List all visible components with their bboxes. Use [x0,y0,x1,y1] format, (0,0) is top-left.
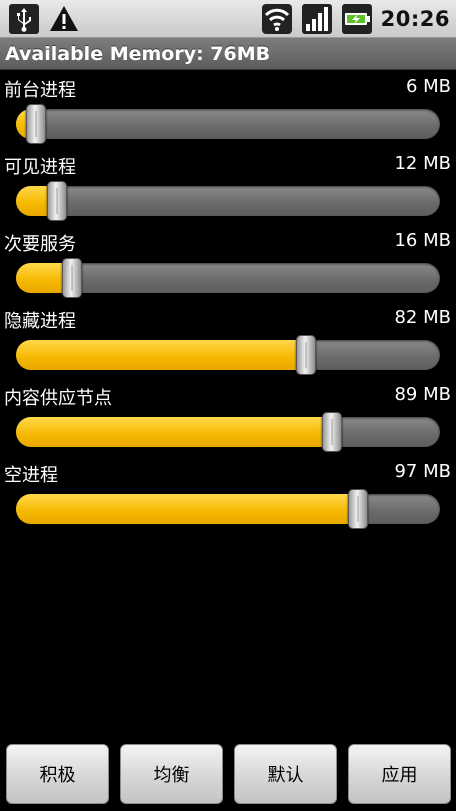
screen: 20:26 Available Memory: 76MB 前台进程 6 MB 可… [0,0,456,811]
memory-row-empty: 空进程 97 MB [0,455,456,533]
default-button[interactable]: 默认 [234,744,337,804]
row-label: 隐藏进程 [4,311,76,332]
wifi-icon [261,4,292,34]
aggressive-button[interactable]: 积极 [6,744,109,804]
memory-row-hidden: 隐藏进程 82 MB [0,301,456,379]
page-title: Available Memory: 76MB [5,42,271,65]
memory-slider-fill [16,340,307,370]
usb-icon [9,4,39,34]
row-label: 内容供应节点 [4,388,112,409]
status-bar-system: 20:26 [261,3,450,35]
balanced-button[interactable]: 均衡 [120,744,223,804]
row-label: 前台进程 [4,80,76,101]
clock: 20:26 [380,7,450,31]
memory-row-secondary-service: 次要服务 16 MB [0,224,456,302]
slider-thumb[interactable] [296,335,317,375]
row-value: 89 MB [394,384,451,405]
memory-row-visible: 可见进程 12 MB [0,147,456,225]
row-value: 82 MB [394,307,451,328]
memory-slider-fill [16,417,332,447]
battery-charging-icon [341,4,372,34]
slider-thumb[interactable] [25,104,46,144]
memory-slider-fill [16,494,359,524]
apply-button[interactable]: 应用 [348,744,451,804]
row-label: 可见进程 [4,157,76,178]
signal-icon [301,4,332,34]
status-bar: 20:26 [0,0,456,38]
title-bar: Available Memory: 76MB [0,38,456,70]
row-value: 12 MB [394,153,451,174]
slider-thumb[interactable] [321,412,342,452]
slider-thumb[interactable] [348,489,369,529]
status-bar-notifications [8,3,80,35]
row-value: 97 MB [394,461,451,482]
memory-slider-track[interactable] [16,109,440,139]
row-value: 6 MB [405,76,451,97]
slider-thumb[interactable] [47,181,68,221]
memory-row-content-provider: 内容供应节点 89 MB [0,378,456,456]
button-bar: 积极 均衡 默认 应用 [0,734,456,811]
memory-slider-track[interactable] [16,340,440,370]
memory-row-foreground: 前台进程 6 MB [0,70,456,148]
memory-slider-track[interactable] [16,494,440,524]
memory-slider-track[interactable] [16,417,440,447]
row-label: 次要服务 [4,234,76,255]
row-label: 空进程 [4,465,58,486]
memory-slider-track[interactable] [16,186,440,216]
warning-icon [50,6,78,31]
row-value: 16 MB [394,230,451,251]
slider-thumb[interactable] [61,258,82,298]
